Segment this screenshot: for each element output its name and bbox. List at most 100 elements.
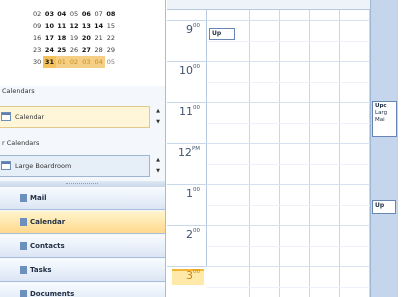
hour-number: 12 [177, 146, 192, 159]
grid-line [207, 61, 370, 62]
calendar-item-calendar[interactable]: Calendar [0, 106, 150, 128]
scroll-spinner[interactable]: ▲ ▼ [152, 155, 164, 177]
mini-calendar-day[interactable]: 28 [92, 44, 104, 56]
day-header [167, 0, 397, 10]
mini-calendar-day[interactable]: 14 [92, 20, 104, 32]
mini-calendar-day[interactable]: 11 [56, 20, 68, 32]
mini-calendar-day[interactable]: 03 [80, 56, 93, 68]
grid-line [207, 163, 370, 165]
hour-number: 2 [186, 228, 193, 241]
mini-calendar-day[interactable]: 24 [43, 44, 55, 56]
grid-line [207, 143, 370, 144]
time-slot-label: 12PM [167, 143, 207, 183]
nav-button-contacts[interactable]: Contacts [0, 235, 165, 258]
nav-button-calendar[interactable]: Calendar [0, 211, 165, 234]
minute-label: 00 [193, 269, 200, 275]
minute-label: PM [191, 146, 200, 152]
appointment[interactable]: Up [209, 28, 235, 40]
mini-calendar-week: 30 31 01 02 03 04 05 [31, 56, 117, 68]
mini-calendar-day[interactable]: 03 [43, 8, 55, 20]
minute-label: 00 [193, 228, 200, 234]
mini-calendar-day[interactable]: 08 [105, 8, 117, 20]
mini-calendar-day[interactable]: 04 [56, 8, 68, 20]
grid-line [207, 102, 370, 103]
mini-calendar-day[interactable]: 12 [68, 20, 80, 32]
mini-calendar-day[interactable]: 01 [55, 56, 68, 68]
calendar-item-boardroom[interactable]: Large Boardroom [0, 155, 150, 177]
nav-button-tasks[interactable]: Tasks [0, 259, 165, 282]
calendar-item-label: Large Boardroom [15, 162, 72, 170]
mini-calendar-day[interactable]: 10 [43, 20, 55, 32]
appointment-label: Up [212, 30, 222, 37]
appointment-detail: Mai [375, 117, 385, 123]
mini-calendar-day[interactable]: 02 [31, 8, 43, 20]
section-calendars[interactable]: Calendars [0, 84, 165, 98]
mini-calendar-day[interactable]: 18 [56, 32, 68, 44]
day-column[interactable] [310, 10, 340, 297]
grid-line [207, 225, 370, 226]
mini-calendar-day[interactable]: 19 [68, 32, 80, 44]
mini-calendar-day[interactable]: 31 [43, 56, 56, 68]
grid-line [207, 40, 370, 42]
day-column[interactable] [207, 10, 250, 297]
mini-calendar-week: 09 10 11 12 13 14 15 [31, 20, 117, 32]
appointment[interactable]: Upc Larg Mai [372, 101, 397, 137]
grid-line [207, 81, 370, 83]
mini-calendar-day[interactable]: 05 [105, 56, 117, 68]
mini-calendar-day[interactable]: 02 [67, 56, 81, 68]
mini-calendar-day[interactable]: 04 [92, 56, 105, 68]
hour-number: 11 [179, 105, 193, 118]
appointment[interactable]: Up [372, 200, 396, 214]
day-column[interactable] [340, 10, 370, 297]
mini-calendar-day[interactable]: 27 [80, 44, 92, 56]
mini-calendar-day[interactable]: 17 [43, 32, 55, 44]
grid-line [207, 122, 370, 124]
mini-calendar-day[interactable]: 20 [80, 32, 92, 44]
mini-calendar-day[interactable]: 30 [31, 56, 43, 68]
navigation-pane: 02 03 04 05 06 07 08 09 10 11 12 13 14 15 16 17 18 19 20 21… [0, 0, 166, 297]
mini-calendar-day[interactable]: 26 [68, 44, 80, 56]
minute-label: 00 [193, 105, 200, 111]
mail-icon [20, 194, 27, 202]
schedule-sidebar-column [370, 0, 397, 297]
hour-number: 1 [186, 187, 193, 200]
time-slot-label: 900 [167, 20, 207, 60]
section-other-calendars[interactable]: r Calendars [0, 136, 165, 150]
day-column[interactable] [280, 10, 310, 297]
day-column[interactable] [250, 10, 280, 297]
grid-line [207, 184, 370, 185]
mini-calendar-day[interactable]: 05 [68, 8, 80, 20]
mini-calendar-day[interactable]: 06 [80, 8, 92, 20]
nav-button-label: Calendar [30, 218, 66, 226]
grid-line [207, 245, 370, 247]
mini-calendar-day[interactable]: 22 [105, 32, 117, 44]
nav-button-mail[interactable]: Mail [0, 187, 165, 210]
minute-label: 00 [193, 187, 200, 193]
nav-button-documents[interactable]: Documents [0, 283, 165, 297]
mini-calendar-day[interactable]: 29 [105, 44, 117, 56]
mini-calendar-day[interactable]: 15 [105, 20, 117, 32]
mini-calendar-day[interactable]: 25 [56, 44, 68, 56]
mini-calendar-week: 16 17 18 19 20 21 22 [31, 32, 117, 44]
mini-calendar-day[interactable]: 21 [92, 32, 104, 44]
calendar-window: 02 03 04 05 06 07 08 09 10 11 12 13 14 15 16 17 18 19 20 21… [0, 0, 398, 297]
mini-calendar-day[interactable]: 13 [80, 20, 92, 32]
scroll-spinner[interactable]: ▲ ▼ [152, 106, 164, 128]
mini-calendar-day[interactable]: 07 [92, 8, 104, 20]
tasks-icon [20, 266, 27, 274]
mini-calendar[interactable]: 02 03 04 05 06 07 08 09 10 11 12 13 14 15 16 17 18 19 20 21… [0, 0, 165, 86]
contacts-icon [20, 242, 27, 250]
screenshot-frame: 02 03 04 05 06 07 08 09 10 11 12 13 14 15 16 17 18 19 20 21… [0, 0, 412, 297]
time-slot-label: 1000 [167, 61, 207, 101]
nav-button-label: Tasks [30, 266, 52, 274]
mini-calendar-day[interactable]: 09 [31, 20, 43, 32]
time-slot-label: 300 [167, 266, 207, 297]
appointment-label: Up [375, 202, 385, 209]
mini-calendar-day[interactable]: 16 [31, 32, 43, 44]
nav-button-label: Documents [30, 290, 75, 297]
appointment-label: Upc [375, 103, 387, 109]
day-view-grid[interactable]: 900 1000 1100 12PM 100 200 300 Up Upc Larg Mai… [167, 0, 397, 297]
hour-number: 9 [186, 23, 193, 36]
mini-calendar-day[interactable]: 23 [31, 44, 43, 56]
documents-icon [20, 290, 27, 297]
